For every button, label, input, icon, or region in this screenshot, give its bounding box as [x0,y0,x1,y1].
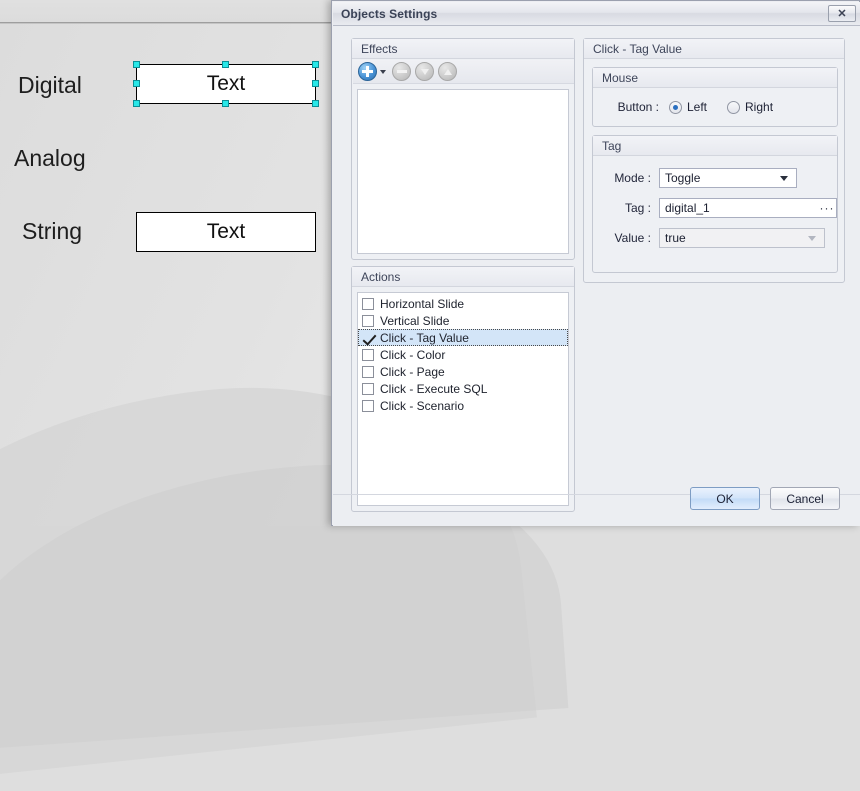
actions-list[interactable]: Horizontal Slide Vertical Slide Click - … [357,292,569,506]
tag-value-label: Value : [614,231,651,245]
action-checkbox[interactable] [362,382,374,395]
action-label: Click - Execute SQL [380,381,488,396]
tag-mode-row: Mode : Toggle [593,168,847,188]
list-item[interactable]: Vertical Slide [358,312,568,329]
tag-value-row: Value : true [593,228,847,248]
string-text-box[interactable]: Text [136,212,316,252]
tag-browse-button[interactable]: ··· [818,199,836,217]
action-label: Click - Tag Value [380,330,469,345]
mouse-group-title: Mouse [602,70,639,85]
action-checkbox[interactable] [362,348,374,361]
effects-group-header: Effects [352,39,574,59]
cancel-button[interactable]: Cancel [770,487,840,510]
action-checkbox[interactable] [362,314,374,327]
resize-handle-middle-right[interactable] [312,80,319,87]
tag-mode-value: Toggle [665,171,701,185]
list-item[interactable]: Click - Execute SQL [358,380,568,397]
ok-button[interactable]: OK [690,487,760,510]
resize-handle-top-left[interactable] [133,61,140,68]
tag-mode-label: Mode : [614,171,651,185]
resize-handle-middle-left[interactable] [133,80,140,87]
effects-group: Effects [351,38,575,260]
radio-left-label: Left [687,100,708,114]
tag-value-select[interactable]: true [659,228,825,248]
action-checkbox[interactable] [362,297,374,310]
resize-handle-bottom-center[interactable] [222,100,229,107]
list-item[interactable]: Click - Scenario [358,397,568,414]
tag-group-title: Tag [602,138,622,153]
action-detail-group: Click - Tag Value Mouse Button : Left Ri… [583,38,845,283]
mouse-group-header: Mouse [593,68,837,88]
tag-group: Tag Mode : Toggle Tag : ··· [592,135,838,273]
digital-text-box[interactable]: Text [136,64,316,104]
resize-handle-bottom-left[interactable] [133,100,140,107]
tag-name-input[interactable] [660,200,818,216]
list-item[interactable]: Horizontal Slide [358,295,568,312]
resize-handle-bottom-right[interactable] [312,100,319,107]
action-checkbox[interactable] [362,365,374,378]
canvas-label-string: String [22,218,83,244]
close-icon[interactable]: ✕ [828,5,856,22]
dialog-body: Effects Actions Horizontal Slide Vertica… [333,26,860,526]
mouse-button-label: Button : [617,100,659,114]
actions-group-title: Actions [361,269,401,284]
actions-group: Actions Horizontal Slide Vertical Slide … [351,266,575,512]
list-item[interactable]: Click - Tag Value [358,329,568,346]
resize-handle-top-center[interactable] [222,61,229,68]
resize-handle-top-right[interactable] [312,61,319,68]
tag-value-value: true [665,231,686,245]
string-text-box-label: Text [206,220,246,243]
effects-toolbar [353,60,574,84]
dialog-title: Objects Settings [341,6,438,21]
canvas-label-digital: Digital [18,72,82,98]
tag-mode-select[interactable]: Toggle [659,168,797,188]
radio-right-label: Right [745,100,774,114]
list-item[interactable]: Click - Color [358,346,568,363]
arrow-down-glyph [420,68,429,75]
mouse-group: Mouse Button : Left Right [592,67,838,127]
effects-group-title: Effects [361,41,398,56]
remove-effect-icon[interactable] [392,62,411,81]
arrow-up-glyph [443,68,452,75]
list-item[interactable]: Click - Page [358,363,568,380]
add-effect-icon[interactable] [358,62,377,81]
action-label: Click - Color [380,347,446,362]
actions-group-header: Actions [352,267,574,287]
move-effect-up-icon[interactable] [438,62,457,81]
tag-name-field-wrap: ··· [659,198,837,218]
chevron-down-icon[interactable] [380,69,386,74]
action-checkbox[interactable] [362,332,374,344]
tag-group-header: Tag [593,136,837,156]
effects-list[interactable] [357,89,569,254]
action-label: Vertical Slide [380,313,450,328]
action-label: Click - Page [380,364,445,379]
digital-text-box-label: Text [206,72,246,95]
action-label: Click - Scenario [380,398,465,413]
canvas-label-analog: Analog [14,145,86,171]
chevron-down-icon [808,235,816,241]
tag-name-row: Tag : ··· [593,198,847,218]
action-checkbox[interactable] [362,399,374,412]
objects-settings-dialog: Objects Settings ✕ Effects Actions Horiz… [331,0,860,526]
action-detail-header: Click - Tag Value [584,39,844,59]
move-effect-down-icon[interactable] [415,62,434,81]
radio-right[interactable] [727,100,741,114]
dialog-titlebar[interactable]: Objects Settings ✕ [333,2,860,26]
tag-name-label: Tag : [624,201,651,215]
chevron-down-icon [780,175,788,181]
action-label: Horizontal Slide [380,296,465,311]
radio-left[interactable] [669,100,682,114]
action-detail-title: Click - Tag Value [593,41,682,56]
mouse-button-row: Button : Left Right [593,100,847,114]
